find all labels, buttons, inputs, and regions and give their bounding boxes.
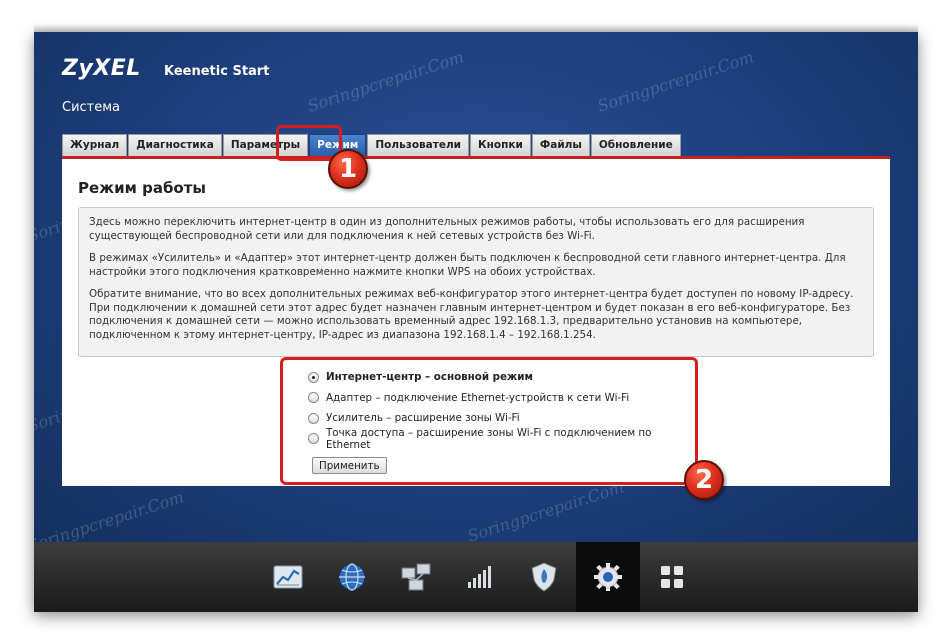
chart-icon xyxy=(273,565,303,589)
network-icon xyxy=(401,563,431,591)
dock-item-internet[interactable] xyxy=(320,542,384,612)
shield-icon xyxy=(531,562,557,592)
dock-icons xyxy=(256,542,704,612)
grid-icon xyxy=(661,566,683,588)
step-badge-2: 2 xyxy=(684,460,724,500)
info-paragraph: Обратите внимание, что во всех дополните… xyxy=(89,288,854,341)
page-title: Режим работы xyxy=(78,179,206,197)
dock-item-home-network[interactable] xyxy=(384,542,448,612)
dock-item-apps[interactable] xyxy=(640,542,704,612)
globe-icon xyxy=(338,563,366,591)
router-web-ui: Soringpcrepair.Com Soringpcrepair.Com So… xyxy=(34,32,918,612)
tab-bar: Журнал Диагностика Параметры Режим Польз… xyxy=(62,134,682,156)
dock-item-system[interactable] xyxy=(576,542,640,612)
info-box: Здесь можно переключить интернет-центр в… xyxy=(78,207,874,357)
signal-bars-icon xyxy=(468,566,491,588)
highlight-mode-options xyxy=(280,357,698,485)
zyxel-logo: ZyXEL xyxy=(62,56,141,81)
gear-icon xyxy=(594,563,622,591)
step-badge-1: 1 xyxy=(328,149,368,189)
info-paragraph: Здесь можно переключить интернет-центр в… xyxy=(89,216,805,242)
section-title: Система xyxy=(62,100,121,115)
bottom-dock xyxy=(34,542,918,612)
tab-buttons[interactable]: Кнопки xyxy=(470,134,531,156)
tab-files[interactable]: Файлы xyxy=(531,134,590,156)
tab-update[interactable]: Обновление xyxy=(590,134,681,156)
tab-journal[interactable]: Журнал xyxy=(62,134,128,156)
dock-item-monitoring[interactable] xyxy=(256,542,320,612)
dock-item-wifi[interactable] xyxy=(448,542,512,612)
tab-diagnostics[interactable]: Диагностика xyxy=(128,134,222,156)
dock-item-security[interactable] xyxy=(512,542,576,612)
product-name: Keenetic Start xyxy=(164,64,270,79)
info-paragraph: В режимах «Усилитель» и «Адаптер» этот и… xyxy=(89,252,846,278)
tab-users[interactable]: Пользователи xyxy=(367,134,470,156)
